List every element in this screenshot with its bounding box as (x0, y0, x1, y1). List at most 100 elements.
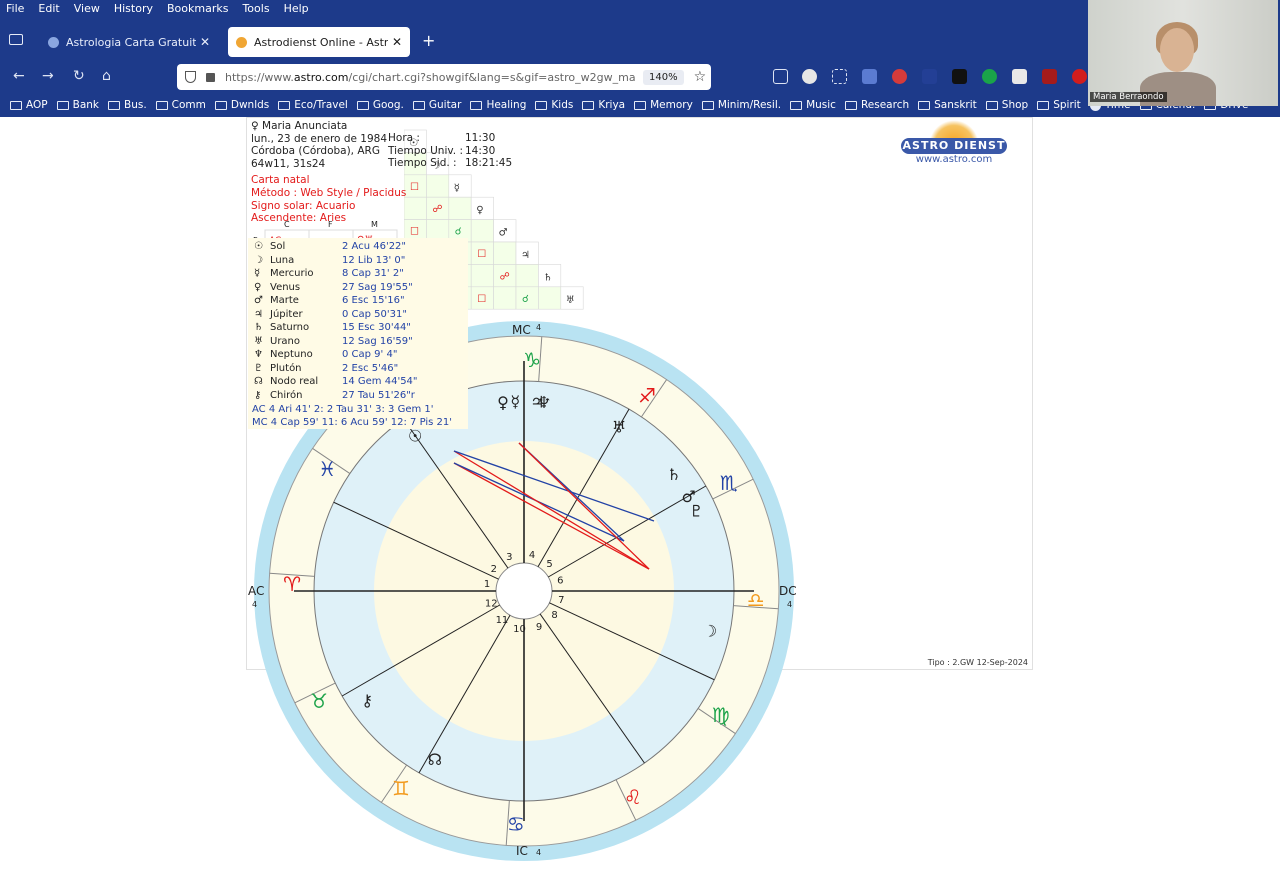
folder-icon (535, 100, 548, 110)
house-number: 8 (551, 610, 557, 621)
ac-label: AC (248, 584, 264, 598)
extension-blue-icon[interactable] (862, 69, 877, 84)
bookmark-dwnlds[interactable]: Dwnlds (214, 99, 269, 111)
folder-icon (278, 100, 291, 110)
aspect-cell (515, 264, 539, 288)
bookmark-sanskrit[interactable]: Sanskrit (918, 99, 977, 111)
bookmark-shop[interactable]: Shop (985, 99, 1028, 111)
cursor-extension-icon[interactable] (922, 69, 937, 84)
bookmark-label: Spirit (1053, 99, 1081, 111)
menu-history[interactable]: History (114, 2, 153, 15)
url-host: astro.com (293, 70, 349, 84)
hora-label: Hora : (388, 132, 420, 144)
planet-glyph-icon: ⚷ (254, 389, 262, 401)
bookmark-kids[interactable]: Kids (535, 99, 573, 111)
bookmark-research[interactable]: Research (844, 99, 909, 111)
folder-icon (155, 100, 168, 110)
shield-icon[interactable] (185, 71, 196, 83)
zodiac-sign-glyph: ♑ (523, 348, 541, 372)
forward-arrow-icon[interactable]: → (42, 68, 54, 84)
planet-glyph-icon: ♅ (254, 335, 263, 347)
bookmark-goog[interactable]: Goog. (356, 99, 404, 111)
menu-bookmarks[interactable]: Bookmarks (167, 2, 228, 15)
grid-extension-icon[interactable] (832, 69, 847, 84)
bookmark-minim-resil[interactable]: Minim/Resil. (701, 99, 781, 111)
planet-row: ♄ Saturno 15 Esc 30'44" (254, 321, 411, 334)
aspect-cell (538, 286, 562, 310)
zoom-level[interactable]: 140% (643, 69, 684, 85)
zodiac-sign-glyph: ♓ (318, 457, 336, 481)
chart-ascendant: Ascendente: Aries (251, 212, 347, 225)
house-number: 7 (558, 595, 564, 606)
folder-icon (412, 100, 425, 110)
reload-icon[interactable]: ↻ (73, 68, 85, 84)
house-number: 1 (484, 579, 490, 590)
menu-tools[interactable]: Tools (242, 2, 269, 15)
tab-list-icon[interactable] (9, 34, 23, 45)
lock-extension-icon[interactable] (952, 69, 967, 84)
bookmark-label: Bank (72, 99, 99, 111)
url-text[interactable]: https://www.astro.com/cgi/chart.cgi?show… (225, 71, 635, 84)
chart-page: ♀ Maria Anunciata lun., 23 de enero de 1… (246, 117, 1033, 861)
pocket-icon[interactable] (773, 69, 788, 84)
tab-astrodienst-online[interactable]: Astrodienst Online - Astrologia ✕ (228, 27, 410, 57)
bookmark-spirit[interactable]: Spirit (1037, 99, 1081, 111)
new-tab-button[interactable]: + (422, 31, 435, 50)
tab-astrologia-carta[interactable]: Astrologia Carta Gratuita - Astro ✕ (40, 27, 218, 57)
planet-position: 15 Esc 30'44" (342, 322, 411, 333)
ts-value: 18:21:45 (465, 157, 513, 170)
menu-view[interactable]: View (74, 2, 100, 15)
planet-name: Mercurio (270, 268, 314, 279)
menu-edit[interactable]: Edit (38, 2, 59, 15)
planet-position: 14 Gem 44'54" (342, 376, 418, 387)
folder-icon (1037, 100, 1050, 110)
bookmark-comm[interactable]: Comm (155, 99, 206, 111)
bookmark-healing[interactable]: Healing (470, 99, 526, 111)
tab-title: Astrologia Carta Gratuita - Astro (66, 35, 196, 49)
ac-degree: 4 (252, 600, 257, 609)
lock-icon[interactable] (206, 72, 215, 82)
bookmark-star-icon[interactable]: ☆ (694, 69, 707, 85)
chart-date: lun., 23 de enero de 1984 (251, 132, 388, 145)
extension-red-circle-icon[interactable] (1072, 69, 1087, 84)
planet-row: ♃ Júpiter 0 Cap 50'31" (254, 308, 407, 321)
bookmark-bus[interactable]: Bus. (107, 99, 147, 111)
astrodienst-favicon-icon (236, 36, 247, 48)
back-arrow-icon[interactable]: ← (13, 68, 25, 84)
menu-file[interactable]: File (6, 2, 24, 15)
bookmark-guitar[interactable]: Guitar (412, 99, 461, 111)
folder-icon (918, 100, 931, 110)
address-bar[interactable]: https://www.astro.com/cgi/chart.cgi?show… (177, 64, 711, 90)
extension-red-icon[interactable] (1042, 69, 1057, 84)
planet-name: Luna (270, 254, 295, 266)
aspect-grid-planet-label: ♄ (543, 272, 552, 283)
planet-glyph-icon: ☿ (510, 392, 520, 411)
grammarly-icon[interactable] (982, 69, 997, 84)
time-labels: Hora : Tiempo Univ. : Tiempo Sid. : (388, 132, 463, 170)
close-icon[interactable]: ✕ (392, 35, 402, 49)
planet-glyph-icon: ♃ (254, 308, 263, 320)
menu-help[interactable]: Help (284, 2, 309, 15)
logo-url: www.astro.com (915, 154, 993, 165)
astrodienst-logo[interactable]: ASTRO DIENST www.astro.com (899, 120, 1011, 165)
bookmark-label: Sanskrit (934, 99, 977, 111)
home-icon[interactable]: ⌂ (102, 68, 111, 84)
puzzle-extension-icon[interactable] (1012, 69, 1027, 84)
planet-glyph-icon: ☊ (254, 376, 263, 387)
planet-name: Júpiter (270, 308, 303, 320)
bookmark-memory[interactable]: Memory (634, 99, 693, 111)
planet-row: ☿ Mercurio 8 Cap 31' 2" (254, 267, 404, 280)
bookmark-eco-travel[interactable]: Eco/Travel (278, 99, 348, 111)
hora-value: 11:30 (465, 132, 496, 144)
planet-name: Chirón (270, 389, 303, 401)
bookmark-aop[interactable]: AOP (10, 99, 48, 111)
bookmark-kriya[interactable]: Kriya (582, 99, 625, 111)
planet-position: 2 Esc 5'46" (342, 362, 399, 374)
bookmark-music[interactable]: Music (790, 99, 836, 111)
extension-s-icon[interactable] (802, 69, 817, 84)
aspect-grid-planet-label: ♂ (499, 228, 508, 239)
close-icon[interactable]: ✕ (200, 35, 210, 49)
adblock-icon[interactable] (892, 69, 907, 84)
planet-glyph-icon: ♂ (254, 295, 263, 306)
bookmark-bank[interactable]: Bank (56, 99, 99, 111)
